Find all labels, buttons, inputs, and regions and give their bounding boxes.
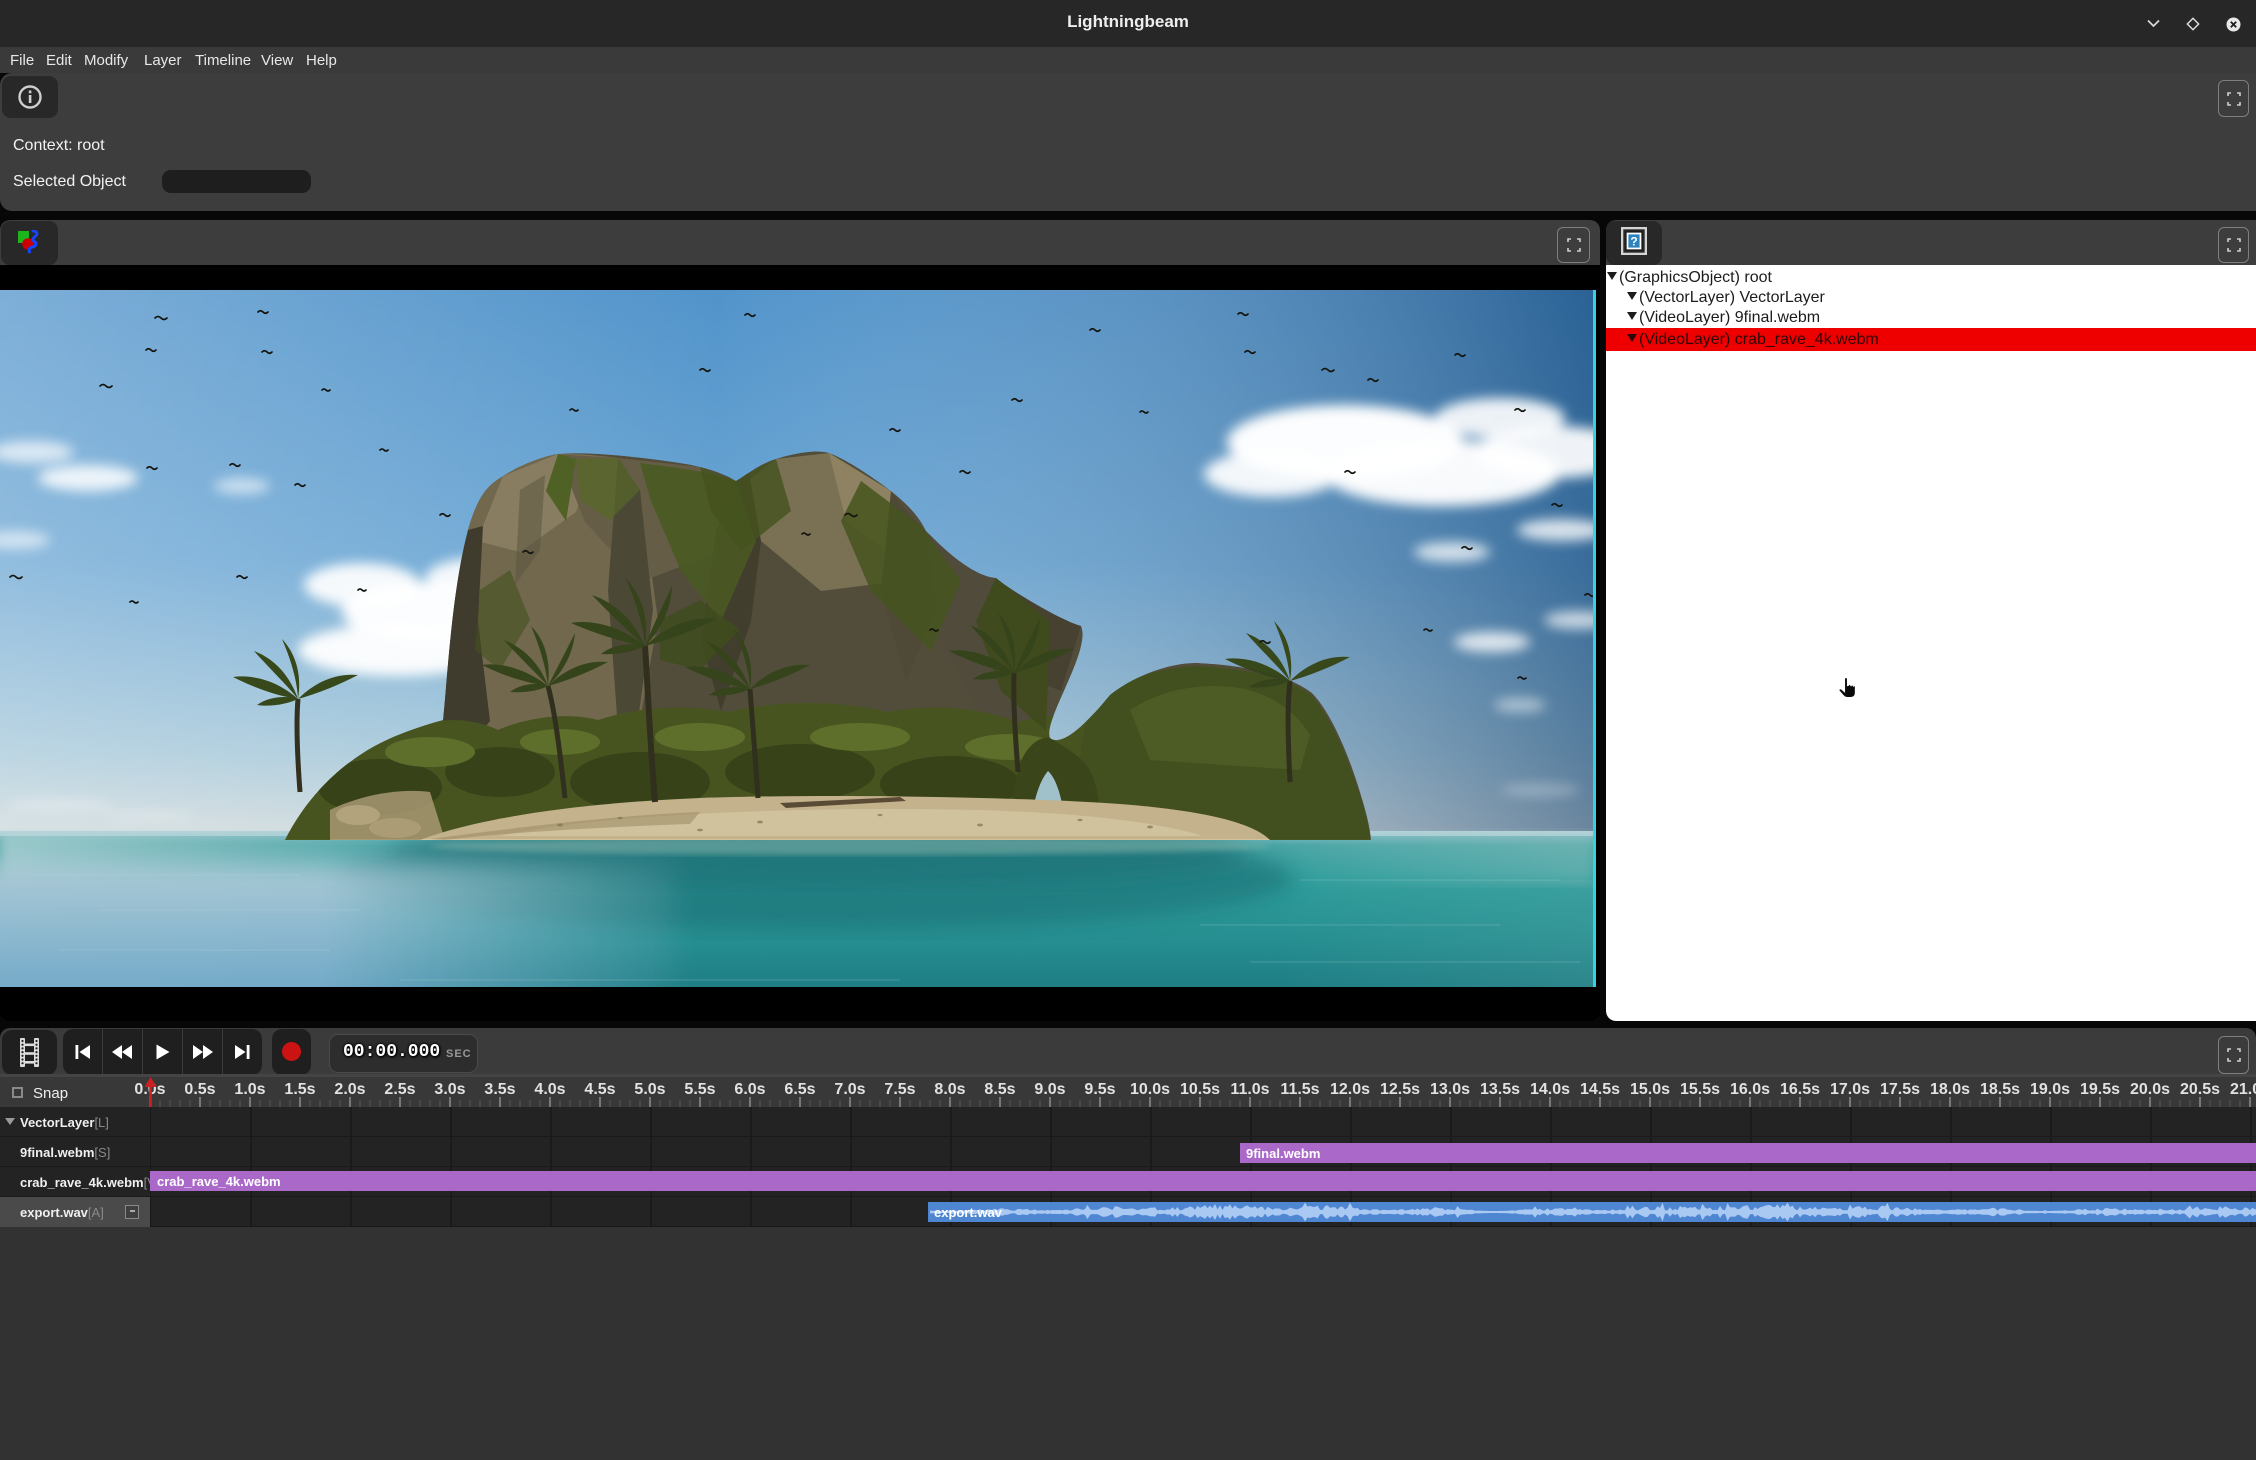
svg-text:?: ? (1630, 235, 1637, 249)
